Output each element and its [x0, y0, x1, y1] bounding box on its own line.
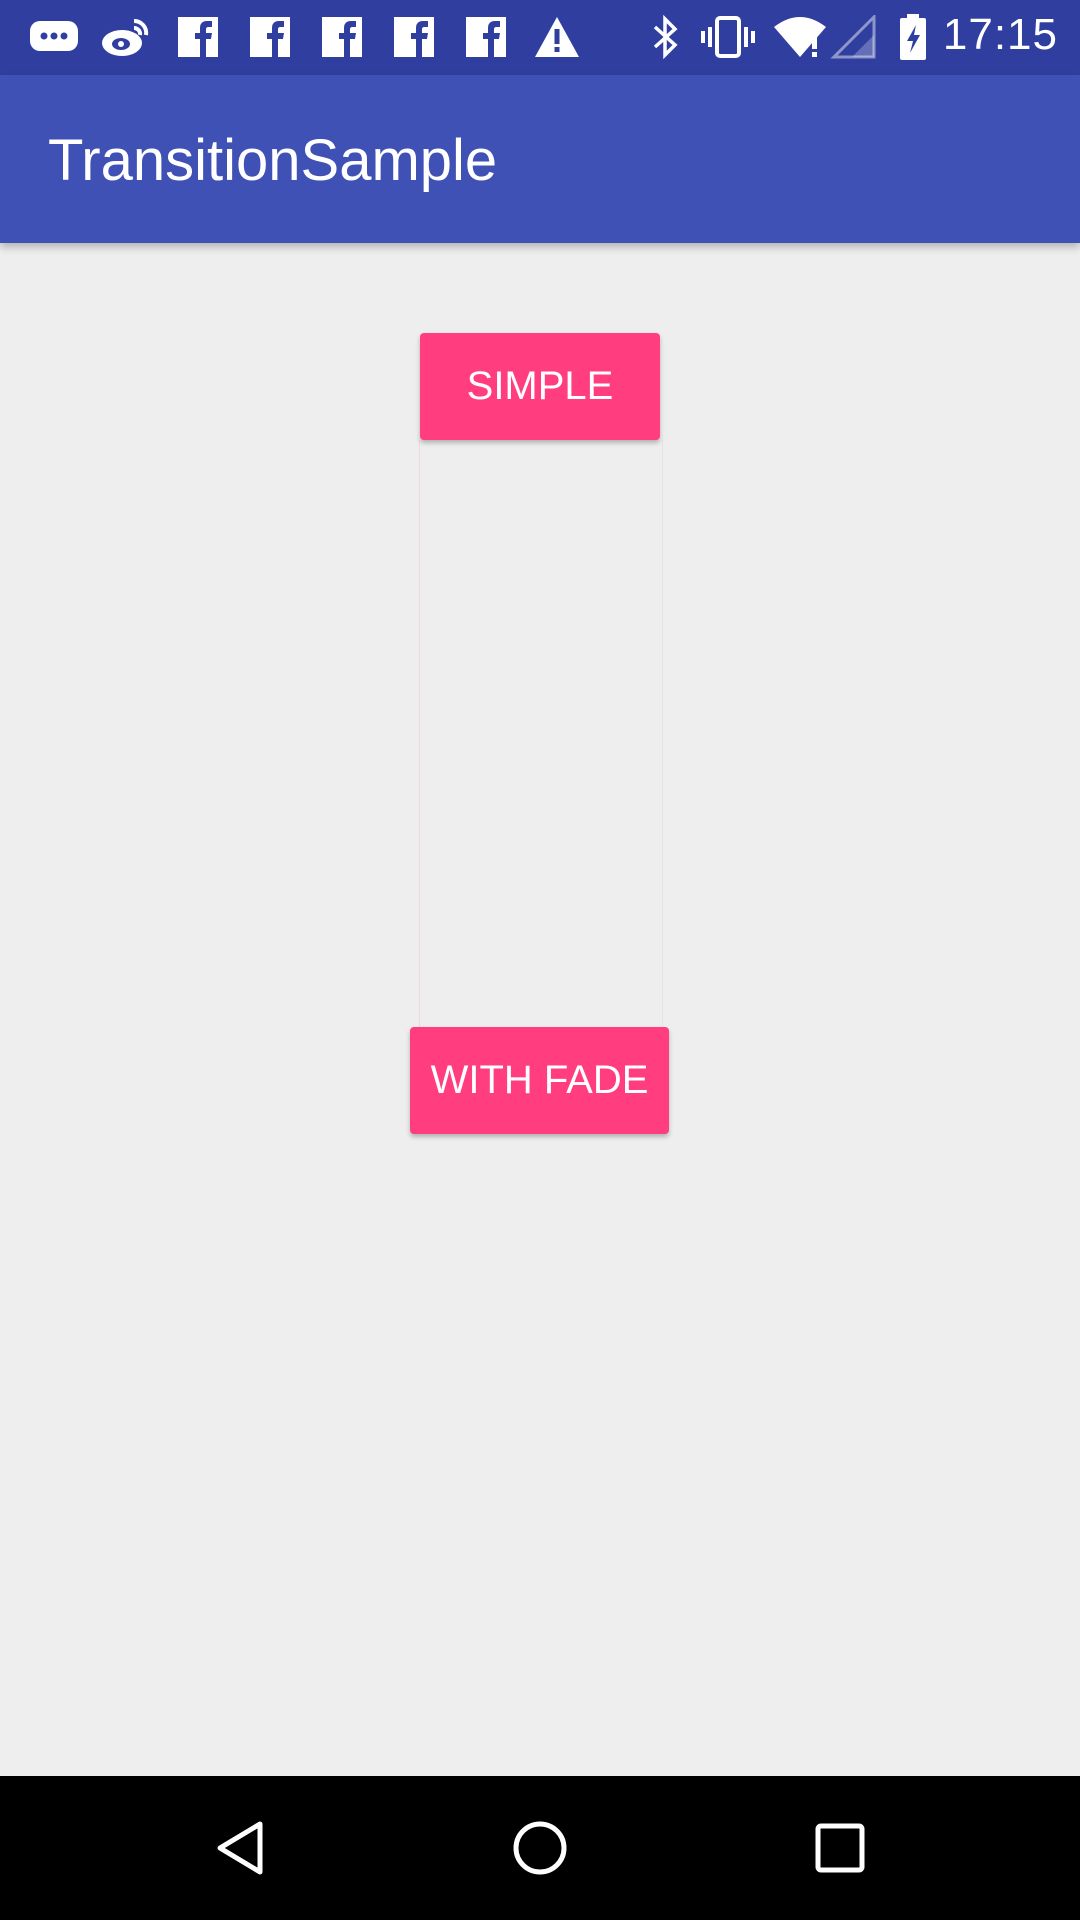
vibrate-icon [698, 14, 758, 60]
weibo-icon [98, 14, 154, 60]
facebook-icon [392, 14, 436, 60]
back-icon[interactable] [200, 1808, 280, 1888]
home-icon[interactable] [500, 1808, 580, 1888]
status-time: 17:15 [942, 10, 1058, 59]
signal-icon [830, 14, 876, 60]
recents-icon[interactable] [800, 1808, 880, 1888]
page-title: TransitionSample [48, 128, 498, 193]
facebook-icon [320, 14, 364, 60]
bluetooth-icon [648, 14, 684, 60]
warning-icon [532, 14, 582, 60]
with-fade-button[interactable]: WITH FADE [410, 1027, 669, 1134]
message-icon [26, 14, 82, 60]
facebook-icon [464, 14, 508, 60]
status-bar: 17:15 [0, 0, 1080, 75]
facebook-icon [248, 14, 292, 60]
simple-button[interactable]: SIMPLE [420, 333, 660, 440]
navigation-bar [0, 1776, 1080, 1920]
facebook-icon [176, 14, 220, 60]
wifi-icon [772, 14, 828, 60]
app-bar: TransitionSample [0, 75, 1080, 243]
transition-trail [419, 440, 663, 1027]
battery-charging-icon [896, 14, 930, 60]
